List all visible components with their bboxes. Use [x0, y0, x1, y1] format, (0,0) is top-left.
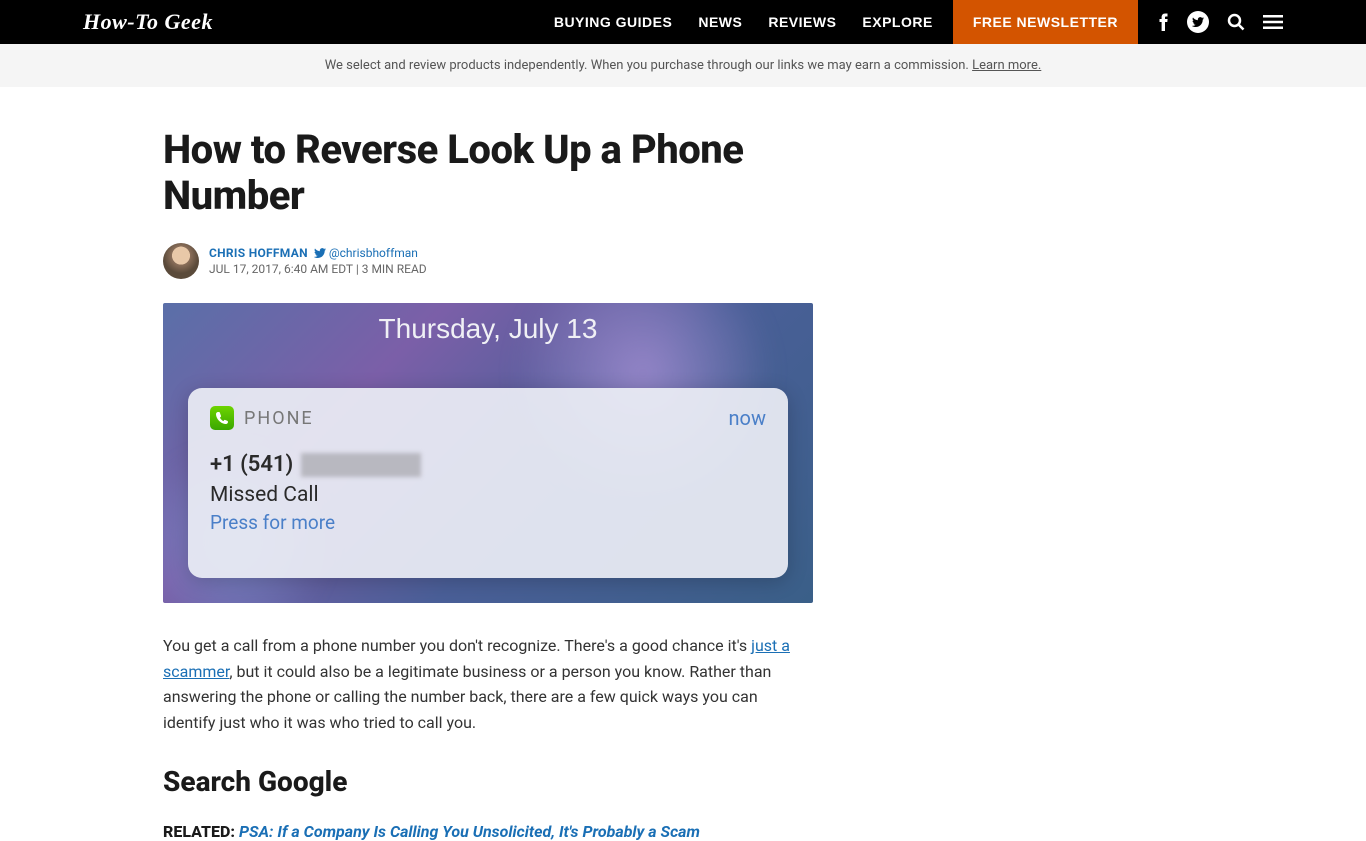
menu-icon[interactable]	[1263, 15, 1283, 29]
hero-lockscreen-date: Thursday, July 13	[163, 313, 813, 345]
affiliate-disclaimer: We select and review products independen…	[0, 44, 1366, 87]
author-name-link[interactable]: CHRIS HOFFMAN	[209, 246, 308, 260]
facebook-icon[interactable]	[1158, 13, 1169, 31]
disclaimer-text: We select and review products independen…	[325, 58, 972, 73]
nav-buying-guides[interactable]: BUYING GUIDES	[554, 14, 673, 30]
hero-image: Thursday, July 13 PHONE now +1 (541) Mis…	[163, 303, 813, 603]
related-label: RELATED:	[163, 822, 239, 841]
nav-news[interactable]: NEWS	[698, 14, 742, 30]
twitter-icon[interactable]	[1187, 11, 1209, 33]
related-article-link[interactable]: PSA: If a Company Is Calling You Unsolic…	[239, 822, 700, 841]
intro-paragraph: You get a call from a phone number you d…	[163, 633, 813, 735]
article-title: How to Reverse Look Up a Phone Number	[163, 127, 813, 219]
hero-phone-number: +1 (541)	[210, 452, 293, 477]
hero-app-label: PHONE	[244, 408, 314, 429]
site-logo[interactable]: How-To Geek	[83, 9, 213, 35]
newsletter-button[interactable]: FREE NEWSLETTER	[953, 0, 1138, 44]
hero-press-for-more: Press for more	[210, 511, 766, 534]
search-icon[interactable]	[1227, 13, 1245, 31]
section-heading-search-google: Search Google	[163, 765, 813, 798]
twitter-icon	[314, 248, 326, 258]
main-content: How to Reverse Look Up a Phone Number CH…	[163, 87, 1203, 841]
site-header: How-To Geek BUYING GUIDES NEWS REVIEWS E…	[0, 0, 1366, 44]
hero-timestamp-now: now	[729, 406, 766, 430]
author-twitter-link[interactable]: @chrisbhoffman	[314, 246, 418, 260]
article-date: JUL 17, 2017, 6:40 AM EDT | 3 MIN READ	[209, 262, 427, 276]
hero-notification-card: PHONE now +1 (541) Missed Call Press for…	[188, 388, 788, 578]
related-article: RELATED: PSA: If a Company Is Calling Yo…	[163, 822, 813, 841]
hero-call-status: Missed Call	[210, 483, 766, 507]
nav-explore[interactable]: EXPLORE	[862, 14, 932, 30]
article-meta: CHRIS HOFFMAN @chrisbhoffman JUL 17, 201…	[163, 243, 813, 279]
primary-navigation: BUYING GUIDES NEWS REVIEWS EXPLORE	[554, 14, 933, 30]
hero-blurred-number	[301, 453, 421, 477]
disclaimer-learn-more-link[interactable]: Learn more.	[972, 58, 1041, 73]
nav-reviews[interactable]: REVIEWS	[768, 14, 836, 30]
article: How to Reverse Look Up a Phone Number CH…	[163, 127, 813, 841]
author-avatar[interactable]	[163, 243, 199, 279]
phone-app-icon	[210, 406, 234, 430]
